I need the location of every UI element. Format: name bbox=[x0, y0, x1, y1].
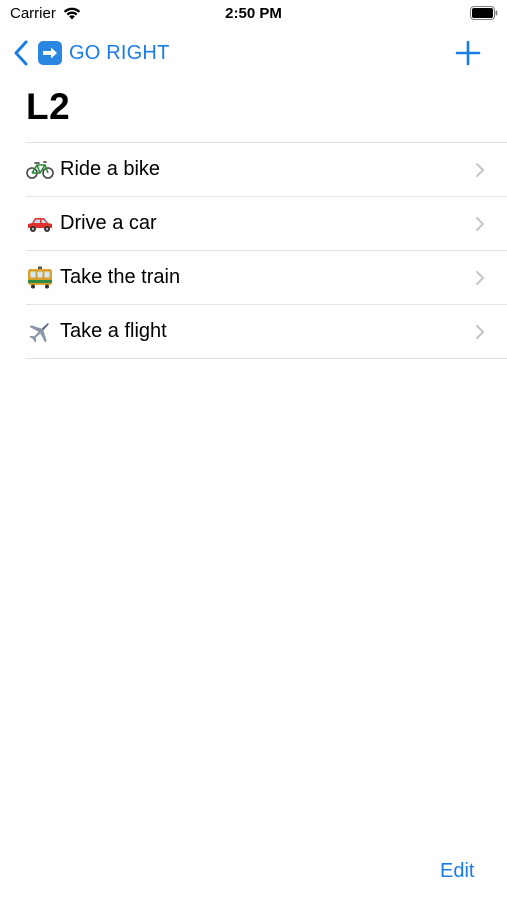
chevron-right-icon bbox=[476, 163, 484, 177]
page-title: L2 bbox=[26, 86, 71, 127]
list: Ride a bike Drive a car Take the train T… bbox=[26, 142, 507, 359]
battery-icon bbox=[470, 6, 498, 20]
right-arrow-emoji-icon bbox=[38, 41, 62, 65]
status-bar: Carrier 2:50 PM bbox=[0, 0, 507, 30]
list-item-take-the-train[interactable]: Take the train bbox=[26, 251, 507, 305]
chevron-right-icon bbox=[476, 325, 484, 339]
list-item-label: Take a flight bbox=[60, 320, 167, 342]
list-item-label: Ride a bike bbox=[60, 158, 161, 180]
back-button[interactable]: GO RIGHT bbox=[12, 36, 170, 70]
car-icon bbox=[26, 210, 54, 238]
chevron-right-icon bbox=[476, 217, 484, 231]
list-item-drive-a-car[interactable]: Drive a car bbox=[26, 197, 507, 251]
list-item-label: Drive a car bbox=[60, 212, 157, 234]
tram-icon bbox=[26, 264, 54, 292]
chevron-left-icon bbox=[14, 40, 28, 66]
chevron-right-icon bbox=[476, 271, 484, 285]
back-button-label: GO RIGHT bbox=[69, 41, 170, 64]
airplane-icon bbox=[26, 318, 54, 346]
screen: Carrier 2:50 PM GO RIGHT L2 Ride a bike … bbox=[0, 0, 507, 900]
list-item-ride-a-bike[interactable]: Ride a bike bbox=[26, 143, 507, 197]
list-item-take-a-flight[interactable]: Take a flight bbox=[26, 305, 507, 359]
status-time: 2:50 PM bbox=[225, 5, 282, 22]
bicycle-icon bbox=[26, 156, 54, 184]
plus-icon[interactable] bbox=[455, 40, 481, 66]
edit-button[interactable]: Edit bbox=[440, 860, 474, 883]
list-item-label: Take the train bbox=[60, 266, 181, 288]
navigation-bar: GO RIGHT bbox=[0, 30, 507, 75]
